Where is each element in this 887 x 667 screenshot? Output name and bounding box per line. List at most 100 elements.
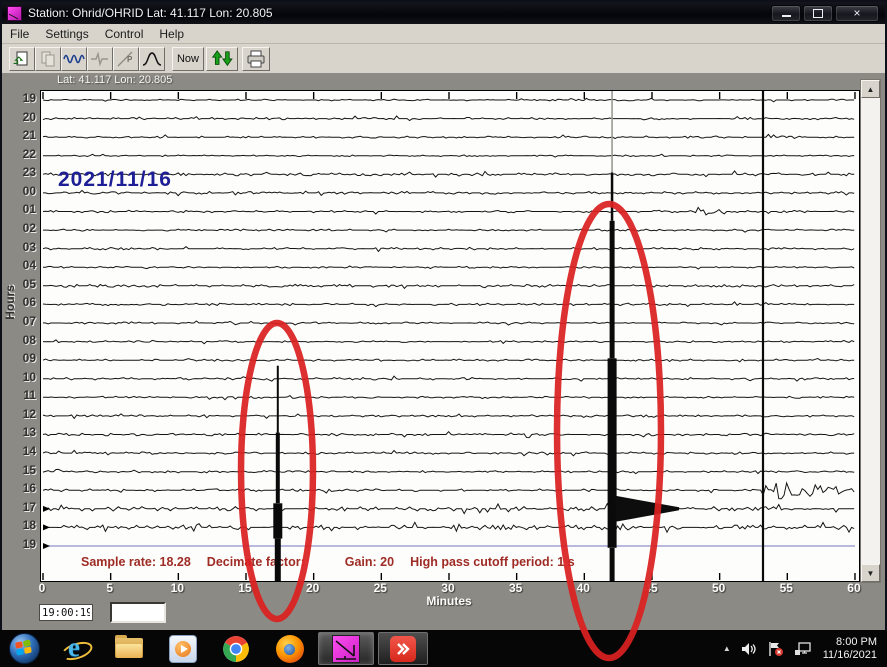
volume-tray-button[interactable] xyxy=(741,641,757,657)
hour-label: 08 xyxy=(8,333,36,347)
window-title: Station: Ohrid/OHRID Lat: 41.117 Lon: 20… xyxy=(28,6,273,20)
bell-curve-icon xyxy=(142,50,162,68)
hour-label: 21 xyxy=(8,128,36,142)
media-player-button[interactable] xyxy=(167,633,199,664)
time-readout-field[interactable] xyxy=(39,604,93,621)
menu-file[interactable]: File xyxy=(2,25,37,43)
hour-label: 19 xyxy=(8,537,36,551)
hour-label: 04 xyxy=(8,258,36,272)
hour-label: 13 xyxy=(8,425,36,439)
minute-label: 0 xyxy=(39,581,46,595)
open-file-icon xyxy=(13,50,31,68)
chrome-icon xyxy=(222,635,250,663)
desktop-screen: Station: Ohrid/OHRID Lat: 41.117 Lon: 20… xyxy=(0,0,887,667)
down-arrow-icon: ▼ xyxy=(867,569,875,578)
title-bar[interactable]: Station: Ohrid/OHRID Lat: 41.117 Lon: 20… xyxy=(2,2,885,24)
remote-desktop-icon xyxy=(390,636,416,662)
copy-button-disabled[interactable] xyxy=(35,47,61,71)
hour-label: 23 xyxy=(8,165,36,179)
minimize-icon xyxy=(782,15,791,17)
toolbar: P Now xyxy=(2,44,885,74)
start-button[interactable] xyxy=(8,633,40,664)
ramp-p-icon: P xyxy=(116,49,136,69)
menu-help[interactable]: Help xyxy=(151,25,192,43)
minute-label: 15 xyxy=(238,581,251,595)
close-icon: × xyxy=(853,7,860,19)
app-icon xyxy=(7,6,22,21)
hour-label: 12 xyxy=(8,407,36,421)
main-content: Lat: 41.117 Lon: 20.805 1920212223000102… xyxy=(2,73,885,630)
hour-label: 20 xyxy=(8,110,36,124)
minute-label: 35 xyxy=(509,581,522,595)
scroll-up-down-button[interactable] xyxy=(206,47,238,71)
hour-label: 03 xyxy=(8,240,36,254)
hours-axis: 1920212223000102030405060708091011121314… xyxy=(2,73,38,593)
close-button[interactable]: × xyxy=(835,5,879,22)
menu-settings[interactable]: Settings xyxy=(37,25,96,43)
open-waveform-button[interactable] xyxy=(9,47,35,71)
helicorder-plot[interactable]: Sample rate: 18.28Decimate factor:Gain: … xyxy=(40,90,860,582)
copy-icon xyxy=(39,50,57,68)
folder-icon xyxy=(115,638,145,660)
menu-control[interactable]: Control xyxy=(97,25,152,43)
action-center-tray-button[interactable] xyxy=(767,641,784,657)
vertical-scrollbar[interactable]: ▲ ▼ xyxy=(860,79,881,583)
now-button[interactable]: Now xyxy=(172,47,204,71)
seismograph-app-taskbar-button[interactable] xyxy=(318,632,374,665)
print-button[interactable] xyxy=(242,47,270,71)
hour-label: 11 xyxy=(8,388,36,402)
response-curve-button[interactable]: P xyxy=(113,47,139,71)
minute-label: 55 xyxy=(780,581,793,595)
filter-button-disabled[interactable] xyxy=(87,47,113,71)
minute-label: 25 xyxy=(374,581,387,595)
file-explorer-button[interactable] xyxy=(114,633,146,664)
hour-label: 19 xyxy=(8,91,36,105)
chrome-button[interactable] xyxy=(220,633,252,664)
hour-label: 17 xyxy=(8,500,36,514)
date-annotation: 2021/11/16 xyxy=(58,168,172,192)
minute-label: 40 xyxy=(577,581,590,595)
windows-start-icon xyxy=(9,633,40,664)
menu-bar: File Settings Control Help xyxy=(2,24,885,44)
seismograph-app-icon xyxy=(332,635,360,663)
clock-date: 11/16/2021 xyxy=(823,649,877,662)
maximize-button[interactable] xyxy=(803,5,833,22)
firefox-icon xyxy=(276,635,304,663)
up-down-arrows-icon xyxy=(210,50,234,68)
up-arrow-icon: ▲ xyxy=(867,85,875,94)
hour-label: 22 xyxy=(8,147,36,161)
speaker-icon xyxy=(741,641,757,657)
minute-label: 45 xyxy=(644,581,657,595)
scrollbar-up-button[interactable]: ▲ xyxy=(861,80,880,98)
hour-label: 10 xyxy=(8,370,36,384)
minimize-button[interactable] xyxy=(771,5,801,22)
clock-time: 8:00 PM xyxy=(823,636,877,649)
remote-desktop-taskbar-button[interactable] xyxy=(378,632,428,665)
waveform-view-button[interactable] xyxy=(61,47,87,71)
taskbar-clock[interactable]: 8:00 PM 11/16/2021 xyxy=(823,636,877,662)
minute-label: 5 xyxy=(106,581,113,595)
spectrum-button[interactable] xyxy=(139,47,165,71)
minute-label: 10 xyxy=(171,581,184,595)
maximize-icon xyxy=(813,9,823,18)
scrollbar-down-button[interactable]: ▼ xyxy=(861,564,880,582)
hour-label: 16 xyxy=(8,481,36,495)
internet-explorer-button[interactable]: e xyxy=(60,633,92,664)
minute-label: 60 xyxy=(847,581,860,595)
show-hidden-icons-button[interactable]: ▲ xyxy=(723,644,731,653)
firefox-button[interactable] xyxy=(274,633,306,664)
minute-label: 30 xyxy=(441,581,454,595)
hour-label: 09 xyxy=(8,351,36,365)
network-icon xyxy=(794,641,812,657)
seismograph-app-window: Station: Ohrid/OHRID Lat: 41.117 Lon: 20… xyxy=(0,0,887,630)
filter-icon xyxy=(90,50,110,68)
minute-label: 50 xyxy=(712,581,725,595)
hour-label: 02 xyxy=(8,221,36,235)
seismogram-traces xyxy=(41,91,859,581)
aux-input-field[interactable] xyxy=(110,602,166,623)
network-tray-button[interactable] xyxy=(794,641,812,657)
minutes-axis-title: Minutes xyxy=(426,594,471,608)
hour-label: 00 xyxy=(8,184,36,198)
plot-header-coordinates: Lat: 41.117 Lon: 20.805 xyxy=(57,74,172,86)
hours-axis-title: Hours xyxy=(3,285,17,320)
